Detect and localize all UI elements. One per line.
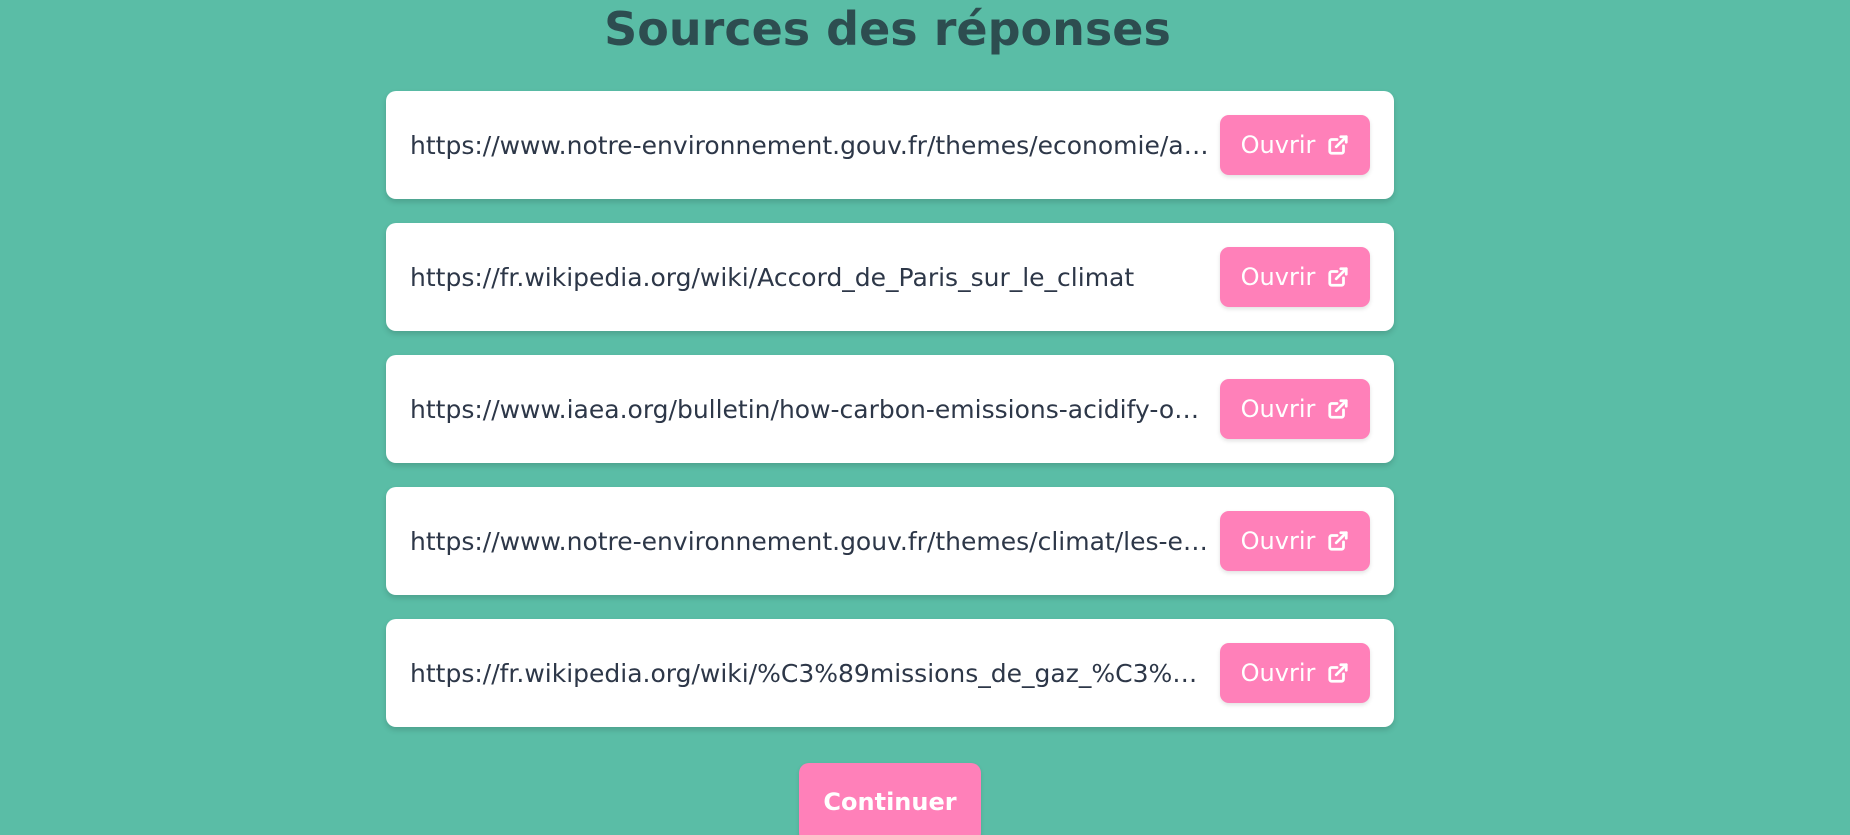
external-link-icon — [1328, 267, 1348, 287]
external-link-icon — [1328, 531, 1348, 551]
open-source-button[interactable]: Ouvrir — [1220, 643, 1370, 703]
external-link-icon — [1328, 135, 1348, 155]
external-link-icon — [1328, 399, 1348, 419]
open-button-label: Ouvrir — [1240, 659, 1316, 687]
sources-page: Sources des réponses https://www.notre-e… — [0, 0, 1850, 835]
open-button-label: Ouvrir — [1240, 395, 1316, 423]
source-url: https://www.iaea.org/bulletin/how-carbon… — [410, 394, 1220, 424]
source-url: https://fr.wikipedia.org/wiki/Accord_de_… — [410, 262, 1135, 292]
source-url: https://fr.wikipedia.org/wiki/%C3%89miss… — [410, 658, 1220, 688]
open-button-label: Ouvrir — [1240, 263, 1316, 291]
open-source-button[interactable]: Ouvrir — [1220, 511, 1370, 571]
source-card: https://www.notre-environnement.gouv.fr/… — [386, 487, 1394, 595]
open-source-button[interactable]: Ouvrir — [1220, 379, 1370, 439]
source-list: https://www.notre-environnement.gouv.fr/… — [386, 91, 1394, 751]
source-card: https://fr.wikipedia.org/wiki/Accord_de_… — [386, 223, 1394, 331]
source-card: https://fr.wikipedia.org/wiki/%C3%89miss… — [386, 619, 1394, 727]
open-button-label: Ouvrir — [1240, 527, 1316, 555]
page-title: Sources des réponses — [604, 2, 1171, 56]
open-source-button[interactable]: Ouvrir — [1220, 247, 1370, 307]
open-source-button[interactable]: Ouvrir — [1220, 115, 1370, 175]
source-url: https://www.notre-environnement.gouv.fr/… — [410, 526, 1220, 556]
source-card: https://www.iaea.org/bulletin/how-carbon… — [386, 355, 1394, 463]
continue-button[interactable]: Continuer — [799, 763, 981, 835]
source-url: https://www.notre-environnement.gouv.fr/… — [410, 130, 1220, 160]
source-card: https://www.notre-environnement.gouv.fr/… — [386, 91, 1394, 199]
open-button-label: Ouvrir — [1240, 131, 1316, 159]
external-link-icon — [1328, 663, 1348, 683]
